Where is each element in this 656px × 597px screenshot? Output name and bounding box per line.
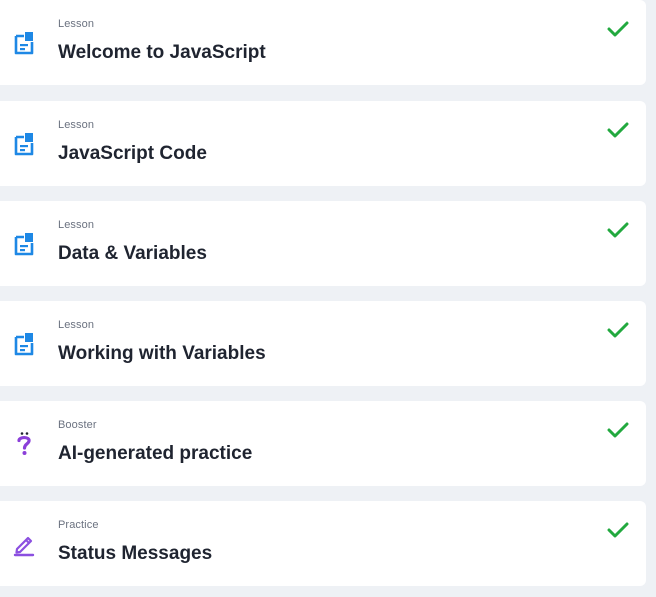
item-type-label: Lesson [58,119,95,131]
list-item-welcome-to-javascript[interactable]: Lesson Welcome to JavaScript [0,0,646,85]
course-items-list: Lesson Welcome to JavaScript Lesson Java… [0,0,656,597]
list-item-data-and-variables[interactable]: Lesson Data & Variables [0,201,646,286]
checkmark-icon [607,521,629,539]
checkmark-icon [607,321,629,339]
question-mark-icon [13,431,35,457]
item-type-label: Lesson [58,18,95,30]
lesson-doc-icon [13,231,35,257]
lesson-doc-icon [13,131,35,157]
checkmark-icon [607,121,629,139]
item-title: Working with Variables [58,343,266,364]
list-item-status-messages[interactable]: Practice Status Messages [0,501,646,586]
checkmark-icon [607,20,629,38]
item-type-label: Booster [58,419,97,431]
checkmark-icon [607,421,629,439]
item-title: Welcome to JavaScript [58,42,266,63]
lesson-doc-icon [13,30,35,56]
item-type-label: Practice [58,519,99,531]
list-item-working-with-variables[interactable]: Lesson Working with Variables [0,301,646,386]
item-type-label: Lesson [58,319,95,331]
list-item-javascript-code[interactable]: Lesson JavaScript Code [0,101,646,186]
item-type-label: Lesson [58,219,95,231]
item-title: Status Messages [58,543,213,564]
item-title: JavaScript Code [58,143,207,164]
pencil-icon [13,531,35,557]
item-title: Data & Variables [58,243,207,264]
list-item-ai-generated-practice[interactable]: Booster AI-generated practice [0,401,646,486]
checkmark-icon [607,221,629,239]
lesson-doc-icon [13,331,35,357]
item-title: AI-generated practice [58,443,253,464]
